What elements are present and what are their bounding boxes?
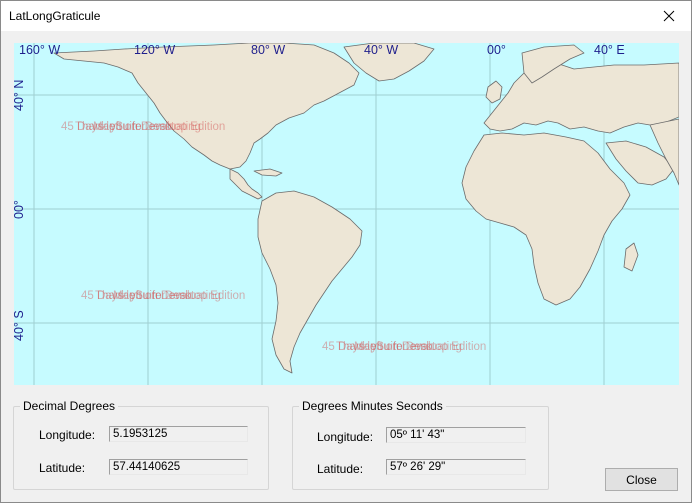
lat-label-0: 00° [14, 200, 26, 219]
lon-label-40w: 40° W [364, 43, 399, 57]
dms-legend: Degrees Minutes Seconds [299, 399, 446, 413]
decimal-longitude-field[interactable]: 5.1953125 [109, 426, 248, 442]
land-north-america [53, 43, 360, 170]
close-button[interactable]: Close [605, 468, 678, 491]
decimal-latitude-field[interactable]: 57.44140625 [109, 459, 248, 475]
lon-label-0: 00° [487, 43, 506, 57]
close-icon[interactable] [647, 1, 691, 31]
lon-label-120w: 120° W [134, 43, 176, 57]
land-africa [461, 132, 631, 306]
decimal-longitude-label: Longitude: [39, 428, 96, 442]
land-madagascar [623, 242, 639, 272]
lon-label-80w: 80° W [251, 43, 286, 57]
land-britain [485, 80, 503, 104]
world-map[interactable]: 160° W 120° W 80° W 40° W 00° 40° E 40° … [14, 43, 679, 385]
lon-label-160w: 160° W [19, 43, 61, 57]
dms-longitude-field[interactable]: 05º 11' 43" [386, 427, 526, 443]
decimal-degrees-legend: Decimal Degrees [20, 399, 119, 413]
land-europe [483, 60, 679, 134]
title-bar[interactable]: LatLongGraticule [1, 1, 691, 31]
dms-group: Degrees Minutes Seconds Longitude: 05º 1… [292, 399, 549, 490]
lon-label-40e: 40° E [594, 43, 625, 57]
land-cuba [253, 168, 283, 177]
decimal-degrees-group: Decimal Degrees Longitude: 5.1953125 Lat… [13, 399, 269, 490]
dms-longitude-label: Longitude: [317, 430, 374, 444]
dms-latitude-label: Latitude: [317, 462, 364, 476]
window: LatLongGraticule 160° W 120° W 80° W 40°… [0, 0, 692, 503]
decimal-latitude-label: Latitude: [39, 461, 86, 475]
window-title: LatLongGraticule [9, 9, 101, 23]
map-canvas [14, 43, 679, 385]
lat-label-40n: 40° N [14, 80, 26, 111]
land-central-america [229, 168, 263, 200]
lat-label-40s: 40° S [14, 310, 26, 341]
dms-latitude-field[interactable]: 57º 26' 29" [386, 459, 526, 475]
